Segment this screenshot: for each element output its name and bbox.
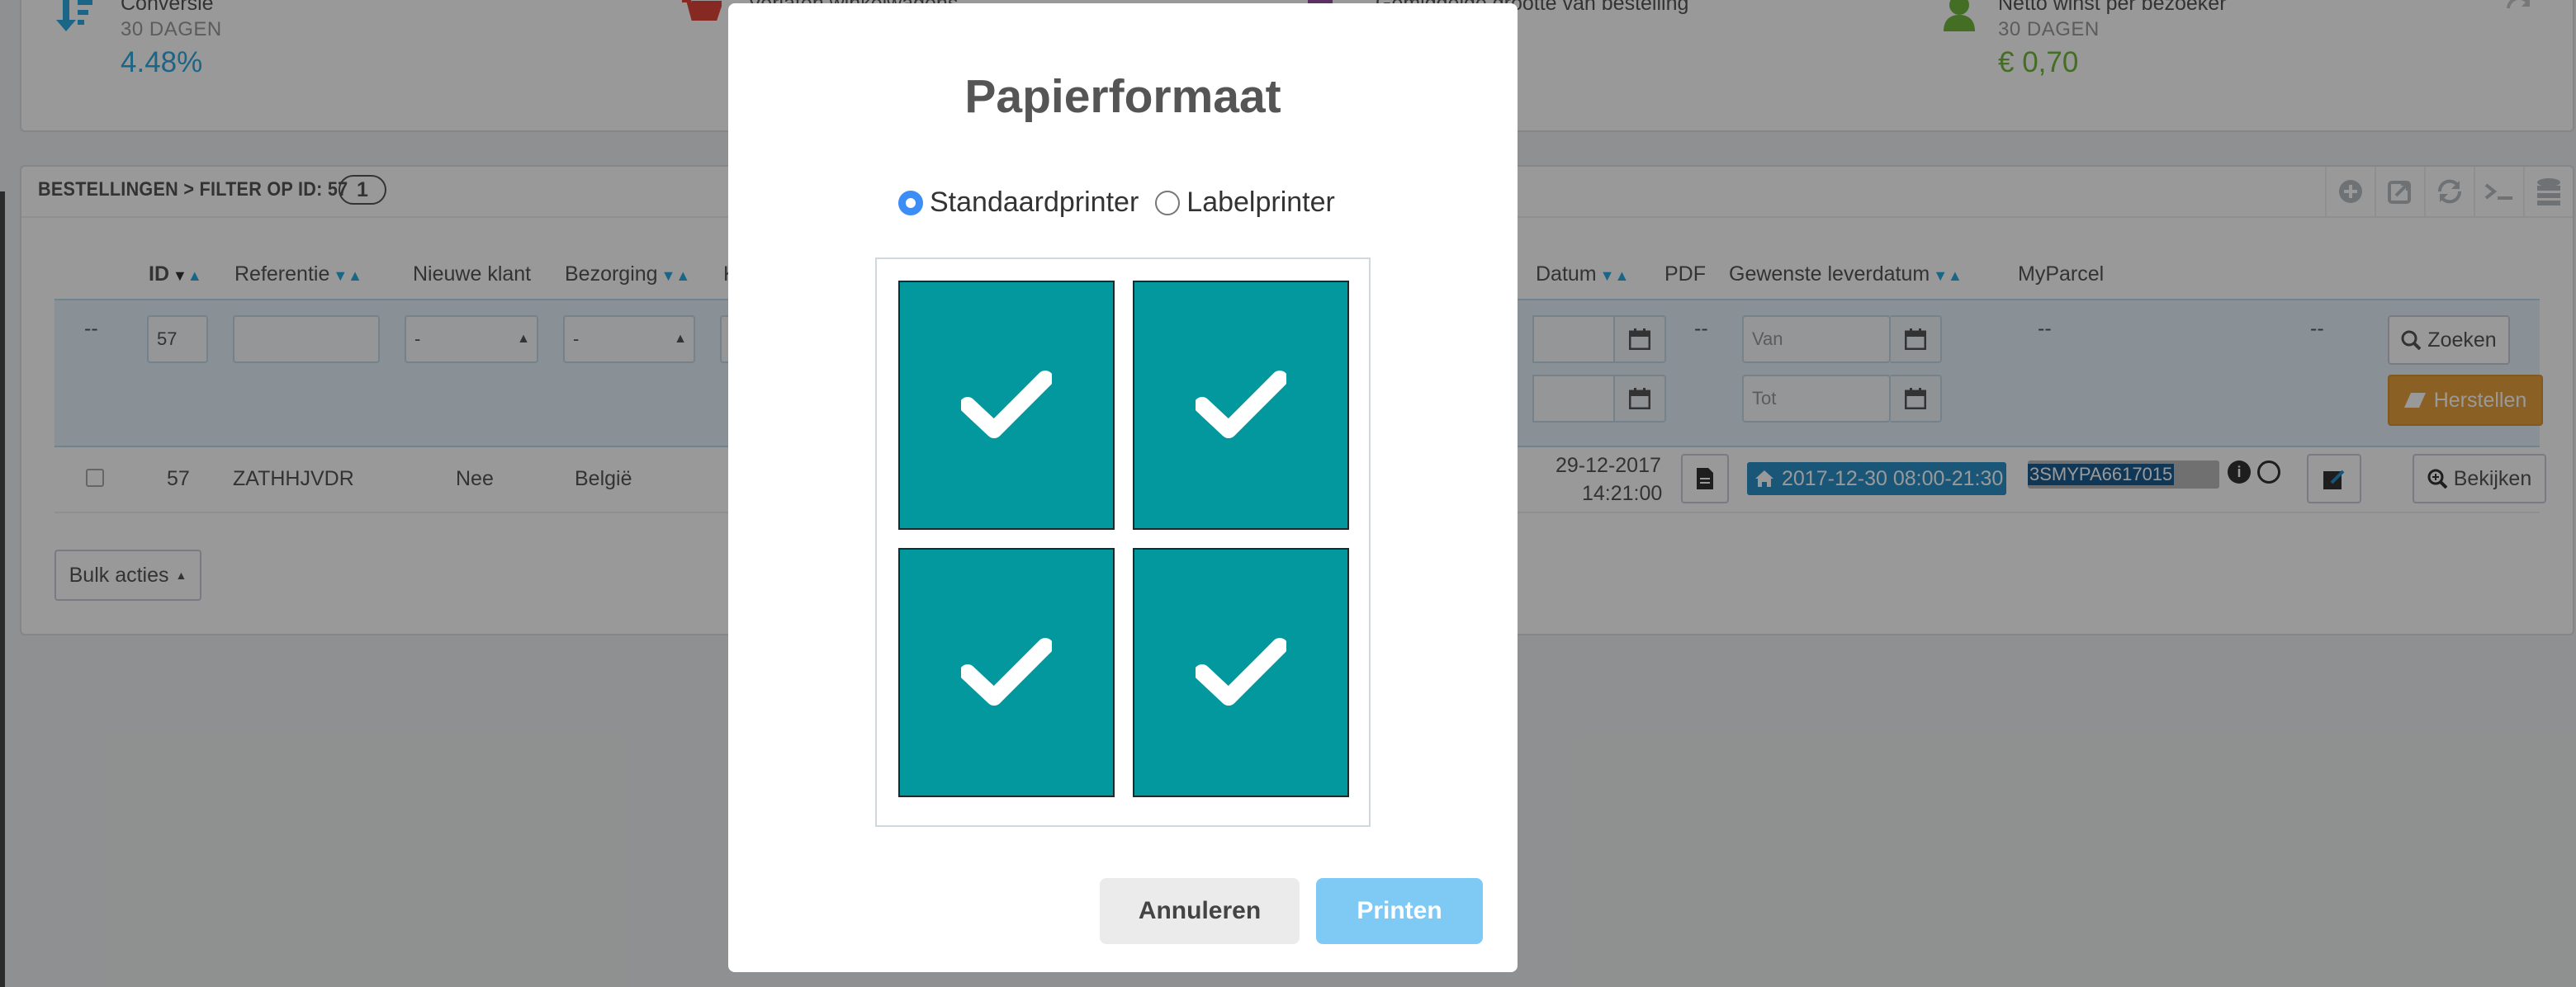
printer-type-options: Standaardprinter Labelprinter xyxy=(898,187,1335,219)
radio-labelprinter[interactable] xyxy=(1155,190,1181,215)
print-button[interactable]: Printen xyxy=(1316,878,1483,944)
window-edge xyxy=(0,191,5,987)
checkmark-icon xyxy=(1196,638,1286,706)
checkmark-icon xyxy=(961,371,1052,438)
checkmark-icon xyxy=(1196,371,1286,438)
modal-title: Papierformaat xyxy=(964,70,1281,123)
radio-standaardprinter[interactable] xyxy=(898,190,923,215)
paper-preview xyxy=(875,257,1371,827)
radio-standaardprinter-label[interactable]: Standaardprinter xyxy=(930,187,1139,219)
paper-format-modal: Papierformaat Standaardprinter Labelprin… xyxy=(728,3,1518,972)
label-tile-top-left[interactable] xyxy=(898,281,1115,530)
label-tile-bottom-left[interactable] xyxy=(898,548,1115,797)
cancel-button[interactable]: Annuleren xyxy=(1100,878,1300,944)
radio-labelprinter-label[interactable]: Labelprinter xyxy=(1186,187,1335,219)
label-tile-top-right[interactable] xyxy=(1133,281,1349,530)
checkmark-icon xyxy=(961,638,1052,706)
label-tile-bottom-right[interactable] xyxy=(1133,548,1349,797)
